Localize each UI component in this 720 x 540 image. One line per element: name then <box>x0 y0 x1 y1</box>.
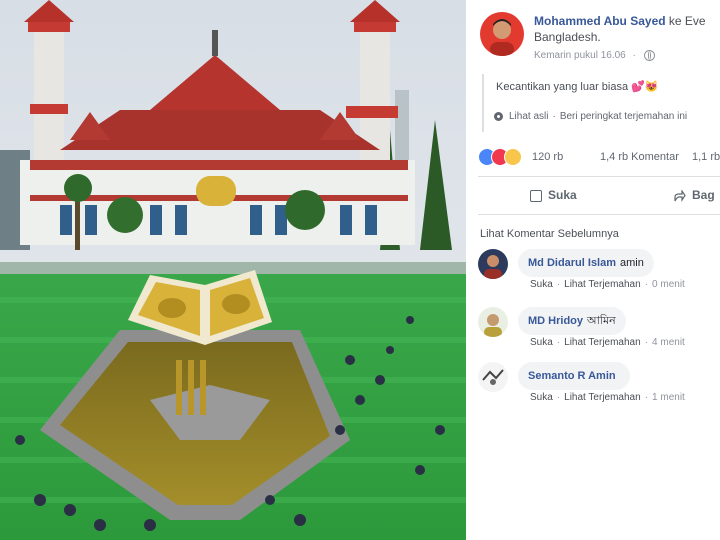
like-button[interactable]: Suka <box>530 188 577 202</box>
comment-count[interactable]: 1,4 rb Komentar <box>600 151 679 163</box>
comment-item: MD Hridoy আমিন Suka · Lihat Terjemahan · 4 me… <box>478 307 720 357</box>
divider <box>478 214 720 215</box>
post-timestamp-line: Kemarin pukul 16.06 · <box>534 50 655 61</box>
divider <box>478 176 720 177</box>
poster-name-line: Mohammed Abu Sayed ke Eve <box>534 14 706 28</box>
comment-translate-link[interactable]: Lihat Terjemahan <box>564 392 641 403</box>
separator-dot: · <box>556 279 561 290</box>
caption-text: Kecantikan yang luar biasa <box>496 81 629 93</box>
reactions-bar: 120 rb 1,4 rb Komentar 1,1 rb K <box>478 148 720 168</box>
post-sidebar: Mohammed Abu Sayed ke Eve Bangladesh. Ke… <box>466 0 720 540</box>
comment-meta: Suka · Lihat Terjemahan · 0 menit <box>530 279 685 290</box>
mosque-photo-image <box>0 0 466 540</box>
post-timestamp[interactable]: Kemarin pukul 16.06 <box>534 50 626 61</box>
comment-time[interactable]: 0 menit <box>652 279 685 290</box>
commenter-avatar[interactable] <box>478 362 508 392</box>
commenter-name[interactable]: Md Didarul Islam <box>528 257 616 269</box>
comment-like-link[interactable]: Suka <box>530 279 553 290</box>
comment-bubble: Md Didarul Islam amin <box>518 249 654 277</box>
separator-dot: · <box>632 50 636 62</box>
commenter-avatar[interactable] <box>478 307 508 337</box>
view-previous-comments-link[interactable]: Lihat Komentar Sebelumnya <box>480 228 619 240</box>
poster-header <box>480 12 524 56</box>
separator-dot: · <box>644 337 649 348</box>
separator-dot: · <box>552 111 556 122</box>
rate-translation-link[interactable]: Beri peringkat terjemahan ini <box>560 111 687 122</box>
poster-avatar[interactable] <box>480 12 524 56</box>
separator-dot: · <box>644 279 649 290</box>
comment-like-link[interactable]: Suka <box>530 392 553 403</box>
commenter-name[interactable]: Semanto R Amin <box>528 370 616 382</box>
share-button-label: Bag <box>692 188 715 202</box>
like-button-label: Suka <box>548 188 577 202</box>
poster-location[interactable]: Bangladesh. <box>534 30 601 44</box>
reaction-count[interactable]: 120 rb <box>532 151 563 163</box>
comment-bubble: MD Hridoy আমিন <box>518 307 626 335</box>
comment-item: Semanto R Amin Suka · Lihat Terjemahan · 1 m… <box>478 362 720 412</box>
poster-target[interactable]: ke Eve <box>669 14 706 28</box>
comment-time[interactable]: 1 menit <box>652 392 685 403</box>
comment-text: amin <box>620 257 644 269</box>
share-arrow-icon <box>674 188 686 202</box>
comment-bubble: Semanto R Amin <box>518 362 630 390</box>
post-caption: Kecantikan yang luar biasa 💕😻 Lihat asli… <box>482 74 720 132</box>
comment-text: আমিন <box>587 315 616 327</box>
gear-icon[interactable] <box>494 111 503 121</box>
comment-time[interactable]: 4 menit <box>652 337 685 348</box>
caption-emoji: 💕😻 <box>631 81 659 93</box>
comment-meta: Suka · Lihat Terjemahan · 1 menit <box>530 392 685 403</box>
post-actions: Suka Bag <box>478 180 720 212</box>
comment-item: Md Didarul Islam amin Suka · Lihat Terjemah… <box>478 249 720 299</box>
comment-translate-link[interactable]: Lihat Terjemahan <box>564 279 641 290</box>
separator-dot: · <box>556 337 561 348</box>
comment-like-link[interactable]: Suka <box>530 337 553 348</box>
caption-line: Kecantikan yang luar biasa 💕😻 <box>496 80 659 93</box>
comment-translate-link[interactable]: Lihat Terjemahan <box>564 337 641 348</box>
thumbs-up-icon <box>530 189 542 202</box>
globe-icon <box>643 50 655 61</box>
separator-dot: · <box>556 392 561 403</box>
translation-bar: Lihat asli · Beri peringkat terjemahan ini <box>494 111 687 122</box>
see-original-link[interactable]: Lihat asli <box>509 111 548 122</box>
commenter-avatar[interactable] <box>478 249 508 279</box>
post-photo[interactable] <box>0 0 466 540</box>
wow-reaction-icon[interactable] <box>504 148 522 166</box>
commenter-name[interactable]: MD Hridoy <box>528 315 583 327</box>
poster-name[interactable]: Mohammed Abu Sayed <box>534 14 666 28</box>
share-count[interactable]: 1,1 rb K <box>692 151 720 163</box>
share-button[interactable]: Bag <box>674 188 715 202</box>
comment-meta: Suka · Lihat Terjemahan · 4 menit <box>530 337 685 348</box>
separator-dot: · <box>644 392 649 403</box>
